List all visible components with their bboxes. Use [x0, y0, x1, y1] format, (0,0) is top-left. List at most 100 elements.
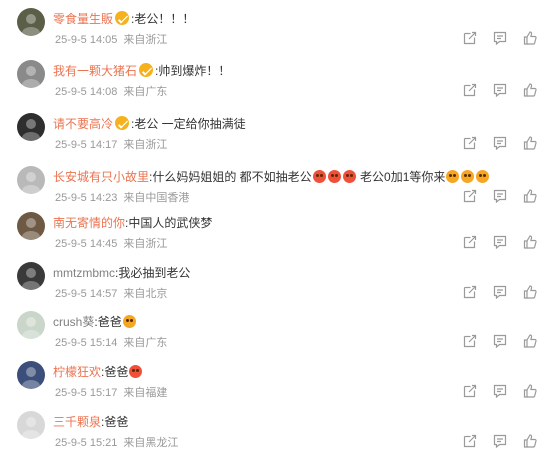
like-icon[interactable]: [522, 284, 538, 300]
like-icon[interactable]: [522, 433, 538, 449]
comment-item: crush葵:爸爸 25-9-5 15:14 来自广东: [0, 311, 550, 363]
comment-actions: [462, 433, 538, 449]
comment-text: :中国人的武侠梦: [125, 216, 213, 230]
comment-line: 我有一颗大猪石 :帅到爆炸！！: [53, 63, 230, 79]
comment-location: 来自黑龙江: [123, 437, 179, 449]
comment-actions: [462, 135, 538, 151]
avatar[interactable]: [17, 8, 45, 36]
comment-location: 来自北京: [123, 288, 168, 300]
comment-icon[interactable]: [492, 234, 508, 250]
username-link[interactable]: 零食量生販: [53, 12, 113, 26]
emoji-icon: [129, 365, 143, 378]
comment-item: 柠檬狂欢:爸爸 25-9-5 15:17 来自福建: [0, 361, 550, 413]
comment-location: 来自中国香港: [123, 192, 190, 204]
comment-icon[interactable]: [492, 284, 508, 300]
avatar[interactable]: [17, 411, 45, 439]
comment-line: 南无寄情的你:中国人的武侠梦: [53, 215, 212, 231]
share-icon[interactable]: [462, 333, 478, 349]
comment-date: 25-9-5 15:21: [55, 437, 118, 449]
share-icon[interactable]: [462, 383, 478, 399]
emoji-icon: [461, 170, 475, 183]
comment-meta: 25-9-5 14:17 来自浙江: [55, 136, 167, 152]
comment-icon[interactable]: [492, 383, 508, 399]
comment-location: 来自广东: [123, 86, 168, 98]
comment-item: mmtzmbmc:我必抽到老公 25-9-5 14:57 来自北京: [0, 262, 550, 314]
username-link[interactable]: 南无寄情的你: [53, 216, 125, 230]
username-link[interactable]: 请不要高冷: [53, 117, 113, 131]
like-icon[interactable]: [522, 82, 538, 98]
emoji-icon: [122, 315, 136, 328]
comment-location: 来自浙江: [123, 139, 168, 151]
vip-badge-icon: [115, 11, 130, 25]
avatar[interactable]: [17, 166, 45, 194]
comment-actions: [462, 234, 538, 250]
share-icon[interactable]: [462, 82, 478, 98]
comment-line: 长安城有只小故里:什么妈妈姐姐的 都不如抽老公 老公0加1等你来: [53, 169, 490, 185]
emoji-icon: [476, 170, 490, 183]
avatar[interactable]: [17, 311, 45, 339]
emoji-icon: [446, 170, 460, 183]
comment-icon[interactable]: [492, 30, 508, 46]
like-icon[interactable]: [522, 383, 538, 399]
emoji-icon: [342, 170, 356, 183]
username-link[interactable]: 长安城有只小故里: [53, 170, 149, 184]
like-icon[interactable]: [522, 234, 538, 250]
comment-text-continued: 老公0加1等你来: [356, 170, 446, 184]
like-icon[interactable]: [522, 135, 538, 151]
avatar[interactable]: [17, 361, 45, 389]
comment-meta: 25-9-5 14:57 来自北京: [55, 285, 167, 301]
comment-line: mmtzmbmc:我必抽到老公: [53, 265, 190, 281]
comment-icon[interactable]: [492, 82, 508, 98]
comment-actions: [462, 82, 538, 98]
username-link[interactable]: 三千颗泉: [53, 415, 101, 429]
emoji-icon: [327, 170, 341, 183]
avatar[interactable]: [17, 60, 45, 88]
comment-text: :帅到爆炸！！: [155, 64, 231, 78]
comment-date: 25-9-5 14:45: [55, 238, 118, 250]
comment-text: :什么妈妈姐姐的 都不如抽老公: [149, 170, 312, 184]
comment-meta: 25-9-5 14:23 来自中国香港: [55, 189, 189, 205]
comment-date: 25-9-5 15:17: [55, 387, 118, 399]
avatar[interactable]: [17, 212, 45, 240]
comment-meta: 25-9-5 15:21 来自黑龙江: [55, 434, 178, 450]
username-link[interactable]: 柠檬狂欢: [53, 365, 101, 379]
comment-location: 来自广东: [123, 337, 168, 349]
share-icon[interactable]: [462, 188, 478, 204]
comment-line: 零食量生販 :老公！！！: [53, 11, 194, 27]
comment-actions: [462, 383, 538, 399]
comment-date: 25-9-5 14:23: [55, 192, 118, 204]
comment-location: 来自福建: [123, 387, 168, 399]
comment-text: :我必抽到老公: [115, 266, 191, 280]
comment-text: :老公！！！: [131, 12, 195, 26]
comment-meta: 25-9-5 14:05 来自浙江: [55, 31, 167, 47]
share-icon[interactable]: [462, 30, 478, 46]
share-icon[interactable]: [462, 433, 478, 449]
comment-icon[interactable]: [492, 135, 508, 151]
share-icon[interactable]: [462, 284, 478, 300]
comment-icon[interactable]: [492, 433, 508, 449]
comment-date: 25-9-5 14:17: [55, 139, 118, 151]
username-link[interactable]: mmtzmbmc: [53, 266, 115, 280]
username-link[interactable]: crush葵: [53, 315, 94, 329]
avatar[interactable]: [17, 113, 45, 141]
comment-icon[interactable]: [492, 188, 508, 204]
comment-icon[interactable]: [492, 333, 508, 349]
share-icon[interactable]: [462, 234, 478, 250]
comment-item: 请不要高冷:老公 一定给你抽满徒 25-9-5 14:17 来自浙江: [0, 113, 550, 165]
like-icon[interactable]: [522, 30, 538, 46]
comment-text: :爸爸: [94, 315, 122, 329]
username-link[interactable]: 我有一颗大猪石: [53, 64, 137, 78]
like-icon[interactable]: [522, 333, 538, 349]
share-icon[interactable]: [462, 135, 478, 151]
comment-item: 三千颗泉:爸爸 25-9-5 15:21 来自黑龙江: [0, 411, 550, 460]
like-icon[interactable]: [522, 188, 538, 204]
avatar[interactable]: [17, 262, 45, 290]
comment-actions: [462, 188, 538, 204]
comment-line: 请不要高冷:老公 一定给你抽满徒: [53, 116, 246, 132]
comment-line: 柠檬狂欢:爸爸: [53, 364, 143, 380]
comment-meta: 25-9-5 15:17 来自福建: [55, 384, 167, 400]
comment-actions: [462, 30, 538, 46]
comment-item: 我有一颗大猪石:帅到爆炸！！ 25-9-5 14:08 来自广东: [0, 60, 550, 112]
comment-actions: [462, 333, 538, 349]
comment-meta: 25-9-5 14:45 来自浙江: [55, 235, 167, 251]
